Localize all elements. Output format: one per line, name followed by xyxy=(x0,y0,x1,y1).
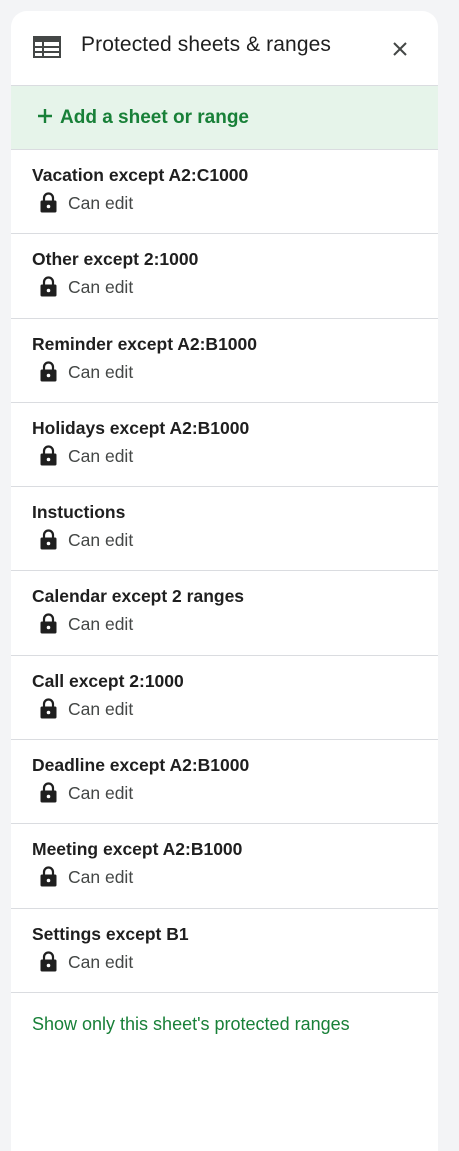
add-sheet-or-range-button[interactable]: Add a sheet or range xyxy=(11,85,438,150)
permission-label: Can edit xyxy=(68,445,134,466)
range-name: Reminder except A2:B1000 xyxy=(32,333,258,354)
range-name: Meeting except A2:B1000 xyxy=(32,839,243,860)
close-icon[interactable] xyxy=(389,38,411,60)
list-item[interactable]: Calendar except 2 ranges Can edit xyxy=(11,571,438,656)
lock-icon xyxy=(40,613,57,634)
range-name: Other except 2:1000 xyxy=(32,249,199,270)
list-item[interactable]: Settings except B1 Can edit xyxy=(11,909,438,993)
range-name: Instuctions xyxy=(32,502,126,523)
range-name: Calendar except 2 ranges xyxy=(32,586,245,607)
lock-icon xyxy=(40,782,57,803)
list-item[interactable]: Deadline except A2:B1000 Can edit xyxy=(11,740,438,825)
list-item[interactable]: Holidays except A2:B1000 Can edit xyxy=(11,403,438,488)
permission-label: Can edit xyxy=(68,277,134,298)
range-name: Call except 2:1000 xyxy=(32,670,184,691)
lock-icon xyxy=(40,361,57,382)
protected-ranges-list: Vacation except A2:C1000 Can edit Other … xyxy=(11,150,438,993)
permission-label: Can edit xyxy=(68,614,134,635)
list-item[interactable]: Instuctions Can edit xyxy=(11,487,438,572)
permission-label: Can edit xyxy=(68,361,134,382)
lock-icon xyxy=(40,866,57,887)
lock-icon xyxy=(40,192,57,213)
range-name: Settings except B1 xyxy=(32,923,189,944)
lock-icon xyxy=(40,698,57,719)
list-item[interactable]: Vacation except A2:C1000 Can edit xyxy=(11,150,438,235)
panel-header: Protected sheets & ranges xyxy=(11,11,438,85)
list-item[interactable]: Call except 2:1000 Can edit xyxy=(11,656,438,741)
add-sheet-or-range-label: Add a sheet or range xyxy=(60,107,249,128)
protected-ranges-panel: Protected sheets & ranges Add a sheet or… xyxy=(11,11,438,1151)
permission-label: Can edit xyxy=(68,783,134,804)
permission-label: Can edit xyxy=(68,867,134,888)
range-name: Holidays except A2:B1000 xyxy=(32,417,250,438)
panel-title: Protected sheets & ranges xyxy=(81,33,331,56)
range-name: Deadline except A2:B1000 xyxy=(32,755,250,776)
list-item[interactable]: Reminder except A2:B1000 Can edit xyxy=(11,319,438,403)
list-item[interactable]: Meeting except A2:B1000 Can edit xyxy=(11,824,438,909)
lock-icon xyxy=(40,529,57,550)
permission-label: Can edit xyxy=(68,193,134,213)
show-only-this-sheet-link[interactable]: Show only this sheet's protected ranges xyxy=(32,1014,350,1035)
lock-icon xyxy=(40,951,57,972)
table-icon xyxy=(33,36,61,58)
list-item[interactable]: Other except 2:1000 Can edit xyxy=(11,234,438,319)
range-name: Vacation except A2:C1000 xyxy=(32,165,249,185)
lock-icon xyxy=(40,276,57,297)
lock-icon xyxy=(40,445,57,466)
permission-label: Can edit xyxy=(68,951,134,972)
permission-label: Can edit xyxy=(68,530,134,551)
permission-label: Can edit xyxy=(68,698,134,719)
plus-icon xyxy=(38,109,52,123)
